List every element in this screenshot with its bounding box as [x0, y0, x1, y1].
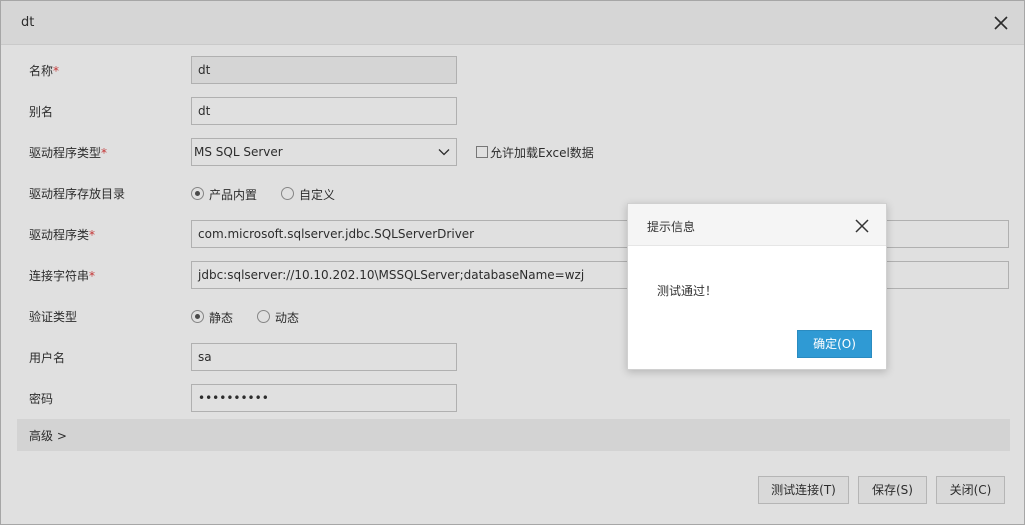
dialog-title: 提示信息 — [647, 220, 696, 234]
ok-button[interactable]: 确定(O) — [797, 330, 872, 358]
close-icon[interactable] — [854, 218, 870, 234]
dialog-message: 测试通过！ — [657, 284, 718, 298]
info-dialog: 提示信息 测试通过！ 确定(O) — [627, 203, 887, 370]
dialog-header: 提示信息 — [628, 204, 886, 246]
